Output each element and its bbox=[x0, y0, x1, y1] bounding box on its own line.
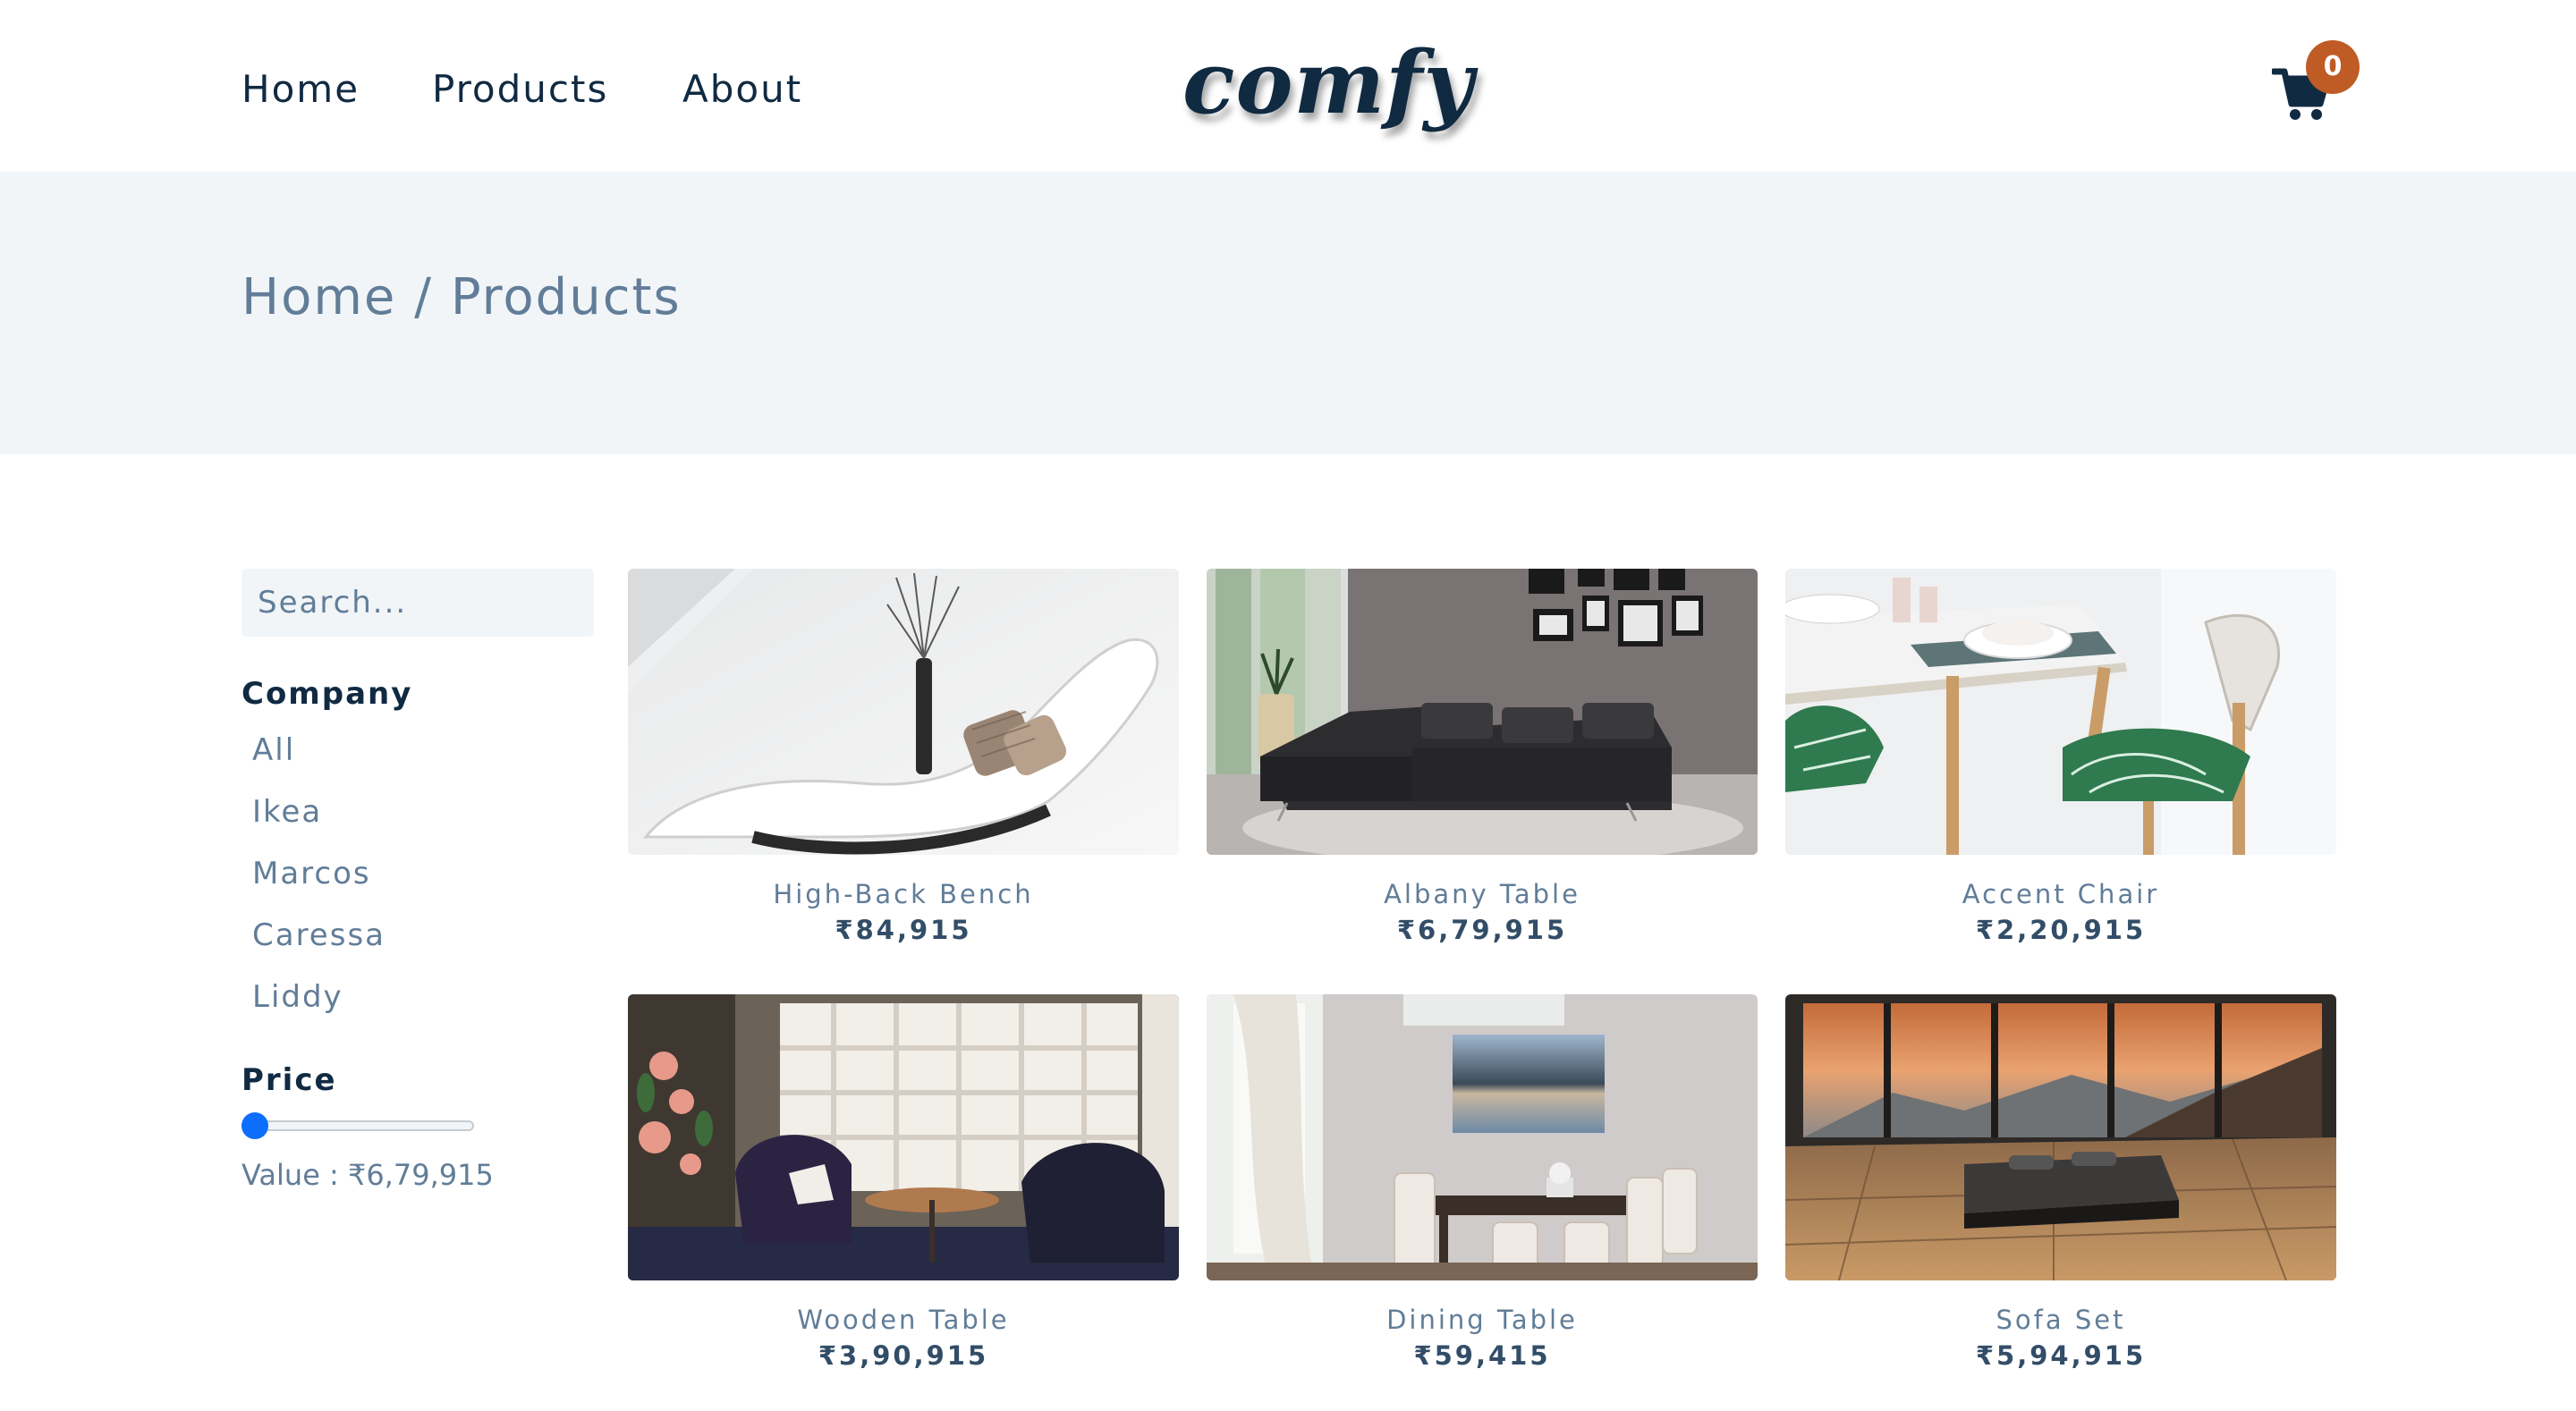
price-value-label: Value : ₹6,79,915 bbox=[242, 1158, 494, 1192]
product-price: ₹6,79,915 bbox=[1396, 915, 1568, 945]
product-name: Accent Chair bbox=[1962, 879, 2160, 909]
slider-thumb[interactable] bbox=[242, 1112, 268, 1139]
company-filter-all[interactable]: All bbox=[252, 731, 295, 770]
product-name: Dining Table bbox=[1386, 1305, 1578, 1335]
product-card[interactable]: Wooden Table ₹3,90,915 bbox=[628, 994, 1179, 1381]
breadcrumb-current: Products bbox=[450, 268, 682, 326]
navbar: Home Products About comfy 0 bbox=[0, 0, 2576, 172]
product-card[interactable]: Sofa Set ₹5,94,915 bbox=[1785, 994, 2336, 1381]
price-range-slider[interactable] bbox=[242, 1112, 474, 1139]
product-image[interactable] bbox=[628, 994, 1179, 1280]
price-heading: Price bbox=[242, 1062, 337, 1098]
product-price: ₹84,915 bbox=[835, 915, 972, 945]
product-image[interactable] bbox=[628, 569, 1179, 855]
cart-count-badge: 0 bbox=[2306, 40, 2360, 94]
product-price: ₹3,90,915 bbox=[818, 1340, 989, 1371]
company-filter-liddy[interactable]: Liddy bbox=[252, 977, 343, 1017]
page-hero: Home / Products bbox=[0, 172, 2576, 454]
product-price: ₹2,20,915 bbox=[1975, 915, 2147, 945]
product-price: ₹5,94,915 bbox=[1975, 1340, 2147, 1371]
breadcrumb: Home / Products bbox=[242, 266, 682, 329]
product-name: High-Back Bench bbox=[773, 879, 1034, 909]
product-card[interactable]: Albany Table ₹6,79,915 bbox=[1207, 569, 1758, 955]
company-heading: Company bbox=[242, 676, 413, 712]
product-name: Sofa Set bbox=[1996, 1305, 2126, 1335]
logo[interactable]: comfy bbox=[1182, 25, 1474, 141]
slider-track bbox=[242, 1120, 474, 1131]
product-image[interactable] bbox=[1207, 994, 1758, 1280]
breadcrumb-separator: / bbox=[396, 268, 451, 326]
product-card[interactable]: Accent Chair ₹2,20,915 bbox=[1785, 569, 2336, 955]
product-image[interactable] bbox=[1785, 994, 2336, 1280]
company-filter-marcos[interactable]: Marcos bbox=[252, 854, 371, 893]
nav-link-home[interactable]: Home bbox=[242, 63, 360, 116]
product-name: Wooden Table bbox=[797, 1305, 1010, 1335]
product-image[interactable] bbox=[1207, 569, 1758, 855]
product-image[interactable] bbox=[1785, 569, 2336, 855]
product-name: Albany Table bbox=[1384, 879, 1580, 909]
search-input[interactable] bbox=[242, 569, 594, 637]
company-filter-caressa[interactable]: Caressa bbox=[252, 916, 386, 955]
nav-link-about[interactable]: About bbox=[682, 63, 802, 116]
nav-link-products[interactable]: Products bbox=[432, 63, 608, 116]
product-card[interactable]: Dining Table ₹59,415 bbox=[1207, 994, 1758, 1381]
product-price: ₹59,415 bbox=[1413, 1340, 1551, 1371]
breadcrumb-home-link[interactable]: Home bbox=[242, 268, 396, 326]
product-card[interactable]: High-Back Bench ₹84,915 bbox=[628, 569, 1179, 955]
company-filter-ikea[interactable]: Ikea bbox=[252, 792, 322, 832]
